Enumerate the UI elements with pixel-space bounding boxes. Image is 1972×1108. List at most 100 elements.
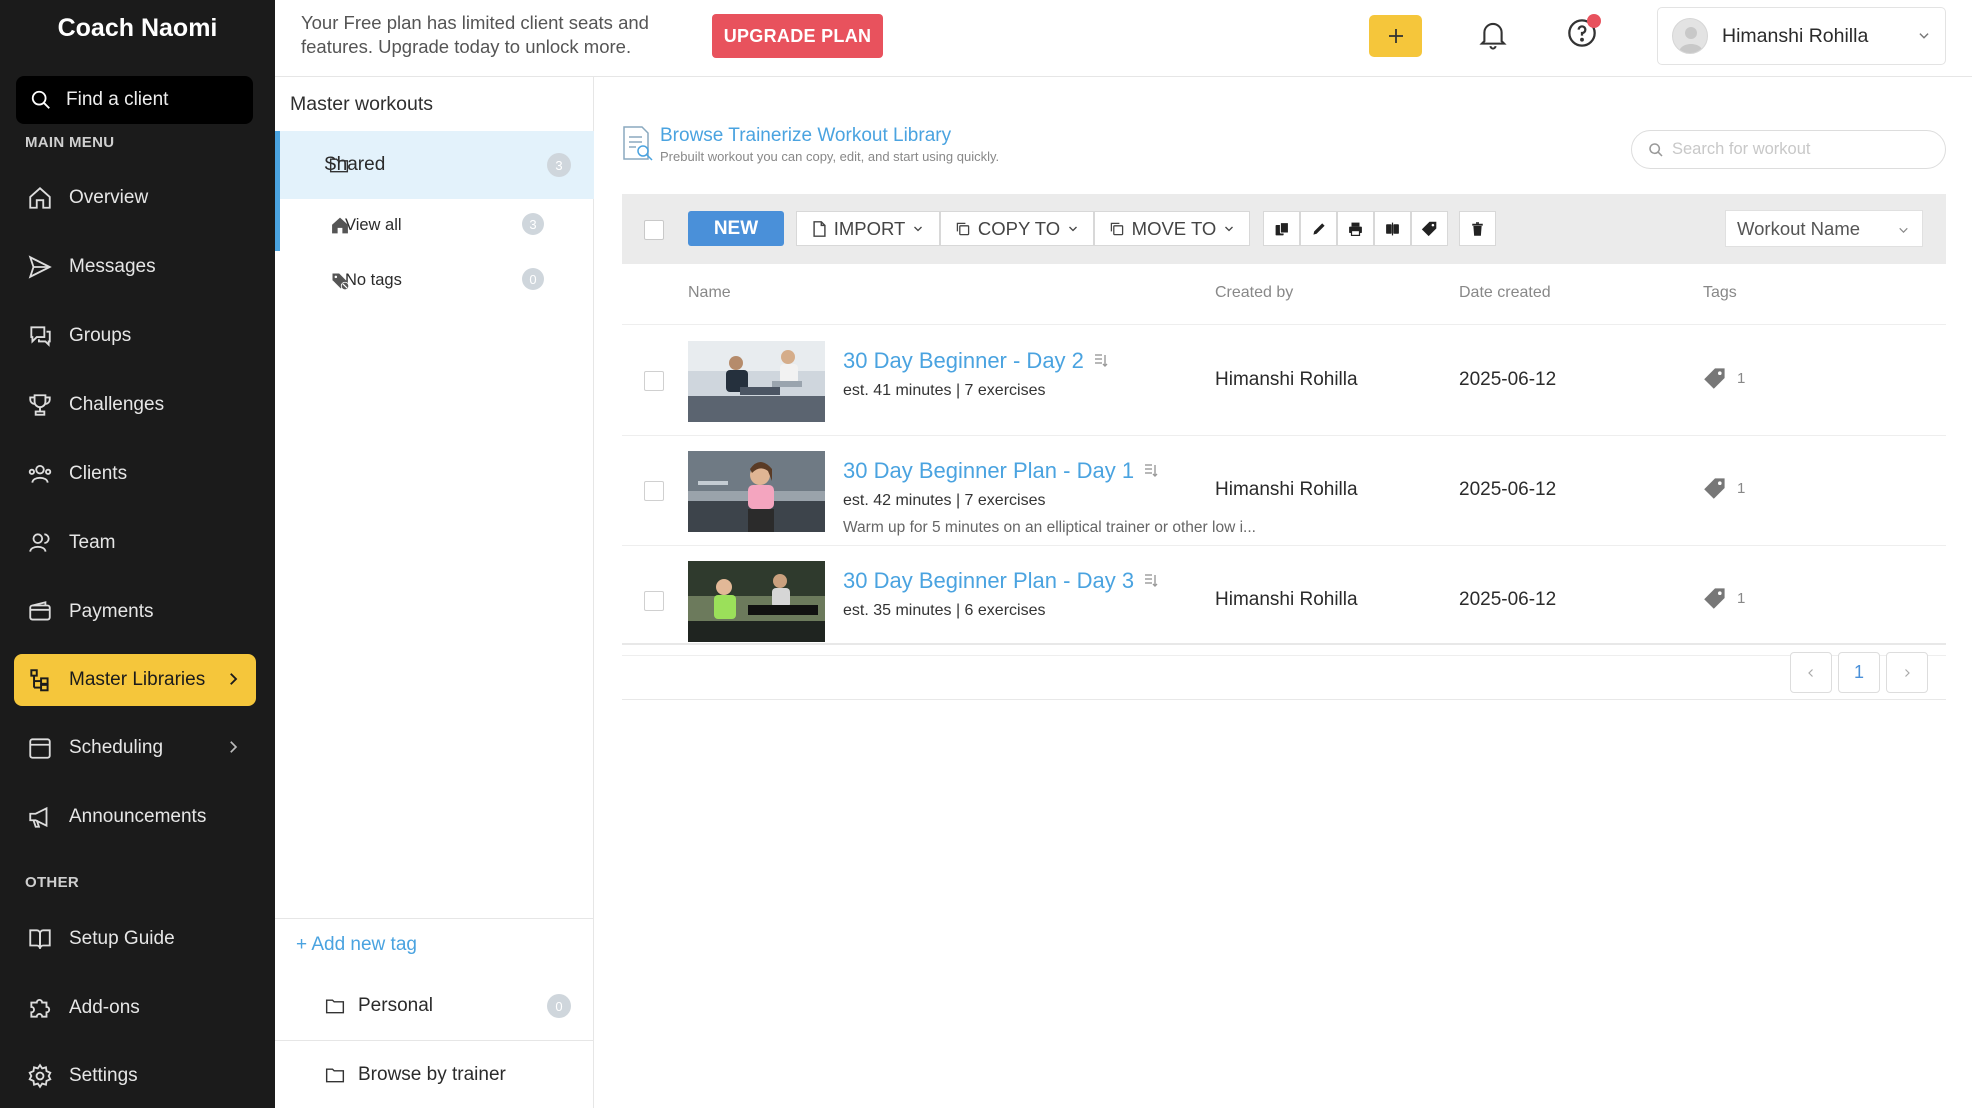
divider	[622, 643, 1946, 645]
page-number-button[interactable]: 1	[1838, 652, 1880, 693]
folder-view-all-count: 3	[522, 213, 544, 235]
workout-meta: est. 41 minutes | 7 exercises	[843, 382, 1046, 399]
chevron-right-icon	[1905, 668, 1910, 677]
date-created: 2025-06-12	[1459, 369, 1557, 390]
chat-bubbles-icon	[30, 326, 51, 347]
folder-icon	[329, 158, 349, 173]
nav-add-ons-label: Add-ons	[69, 997, 140, 1018]
table-row[interactable]: 30 Day Beginner - Day 2 est. 41 minutes …	[622, 326, 1946, 436]
nav-messages-label: Messages	[69, 256, 156, 277]
upgrade-plan-button[interactable]: UPGRADE PLAN	[712, 14, 883, 58]
prev-page-button[interactable]	[1790, 652, 1832, 693]
nav-setup-guide[interactable]: Setup Guide	[14, 913, 256, 965]
copy-to-label: COPY TO	[977, 217, 1061, 239]
table-row[interactable]: 30 Day Beginner Plan - Day 1 est. 42 min…	[622, 436, 1946, 546]
import-button[interactable]: IMPORT	[796, 211, 940, 246]
next-page-button[interactable]	[1886, 652, 1928, 693]
nav-messages[interactable]: Messages	[14, 241, 256, 293]
duplicate-button[interactable]	[1263, 211, 1300, 246]
column-tags[interactable]: Tags	[1703, 284, 1737, 302]
megaphone-icon	[29, 806, 48, 828]
sidebar: Coach Naomi Find a client MAIN MENU Over…	[0, 0, 275, 1108]
copy-to-button[interactable]: COPY TO	[940, 211, 1094, 246]
browse-library-link[interactable]: Browse Trainerize Workout Library Prebui…	[622, 125, 999, 164]
print-button[interactable]	[1337, 211, 1374, 246]
tag-button[interactable]	[1411, 211, 1448, 246]
workout-description: Warm up for 5 minutes on an elliptical t…	[843, 519, 1256, 536]
workout-title-link[interactable]: 30 Day Beginner Plan - Day 3	[843, 568, 1158, 594]
nav-settings[interactable]: Settings	[14, 1050, 256, 1102]
chevron-down-icon	[914, 226, 923, 231]
edit-button[interactable]	[1300, 211, 1337, 246]
wallet-icon	[29, 601, 51, 621]
add-button[interactable]	[1369, 15, 1422, 57]
user-name: Himanshi Rohilla	[1722, 24, 1869, 47]
nav-add-ons[interactable]: Add-ons	[14, 982, 256, 1034]
nav-challenges[interactable]: Challenges	[14, 379, 256, 431]
column-created-by[interactable]: Created by	[1215, 284, 1293, 302]
folder-view-all[interactable]: View all 3	[275, 199, 594, 251]
tag-count[interactable]: 1	[1703, 366, 1745, 390]
move-icon	[1110, 222, 1123, 235]
book-icon	[29, 929, 51, 949]
calendar-icon	[29, 738, 51, 759]
bell-icon	[1479, 22, 1507, 50]
nav-clients[interactable]: Clients	[14, 448, 256, 500]
workout-title-link[interactable]: 30 Day Beginner Plan - Day 1	[843, 458, 1158, 484]
user-menu[interactable]: Himanshi Rohilla	[1657, 7, 1946, 65]
nav-team[interactable]: Team	[14, 517, 256, 569]
workout-thumbnail	[688, 341, 825, 422]
column-date-created[interactable]: Date created	[1459, 284, 1551, 302]
nav-groups[interactable]: Groups	[14, 310, 256, 362]
find-client-label: Find a client	[66, 89, 169, 110]
row-checkbox[interactable]	[644, 481, 664, 501]
workout-search-input[interactable]	[1672, 140, 1932, 159]
import-label: IMPORT	[833, 217, 906, 239]
folder-no-tags-count: 0	[522, 268, 544, 290]
chevron-right-icon	[230, 673, 238, 685]
nav-payments[interactable]: Payments	[14, 586, 256, 638]
tag-count[interactable]: 1	[1703, 586, 1745, 610]
folder-personal[interactable]: Personal 0	[275, 979, 594, 1033]
tag-count-value: 1	[1737, 589, 1746, 607]
find-client-button[interactable]: Find a client	[16, 76, 253, 124]
move-to-button[interactable]: MOVE TO	[1094, 211, 1250, 246]
row-checkbox[interactable]	[644, 591, 664, 611]
notifications-button[interactable]	[1478, 19, 1508, 56]
nav-scheduling[interactable]: Scheduling	[14, 722, 256, 774]
divider	[622, 699, 1946, 700]
notification-dot	[1587, 14, 1601, 28]
folder-view-all-label: View all	[345, 215, 402, 234]
row-checkbox[interactable]	[644, 371, 664, 391]
main-menu-label: MAIN MENU	[25, 134, 115, 151]
add-new-tag-link[interactable]: + Add new tag	[296, 934, 417, 956]
folder-shared[interactable]: Shared 3	[275, 131, 594, 199]
nav-clients-label: Clients	[69, 463, 128, 484]
avatar	[1672, 18, 1708, 54]
new-workout-button[interactable]: NEW	[688, 211, 784, 246]
sort-select[interactable]: Workout Name	[1725, 210, 1923, 247]
folder-icon	[325, 1068, 345, 1083]
folder-browse-by-trainer[interactable]: Browse by trainer	[275, 1048, 594, 1102]
compare-button[interactable]	[1374, 211, 1411, 246]
table-header: Name Created by Date created Tags	[622, 264, 1946, 325]
tag-count[interactable]: 1	[1703, 476, 1745, 500]
column-name[interactable]: Name	[688, 284, 731, 302]
nav-master-libraries[interactable]: Master Libraries	[14, 654, 256, 706]
divider	[275, 918, 594, 919]
folder-panel: Master workouts Shared 3 View all 3 No t…	[275, 77, 594, 1108]
puzzle-icon	[30, 999, 51, 1018]
workout-title-link[interactable]: 30 Day Beginner - Day 2	[843, 348, 1108, 374]
workout-search[interactable]	[1631, 130, 1946, 169]
nav-announcements[interactable]: Announcements	[14, 791, 256, 843]
nav-overview[interactable]: Overview	[14, 172, 256, 224]
created-by: Himanshi Rohilla	[1215, 479, 1358, 500]
delete-button[interactable]	[1459, 211, 1496, 246]
table-row[interactable]: 30 Day Beginner Plan - Day 3 est. 35 min…	[622, 546, 1946, 656]
library-icon	[30, 669, 49, 692]
workout-title: 30 Day Beginner - Day 2	[843, 348, 1084, 373]
folder-no-tags[interactable]: No tags 0	[275, 254, 594, 306]
select-all-checkbox[interactable]	[644, 220, 664, 240]
file-icon	[813, 220, 826, 237]
help-button[interactable]	[1566, 14, 1601, 54]
